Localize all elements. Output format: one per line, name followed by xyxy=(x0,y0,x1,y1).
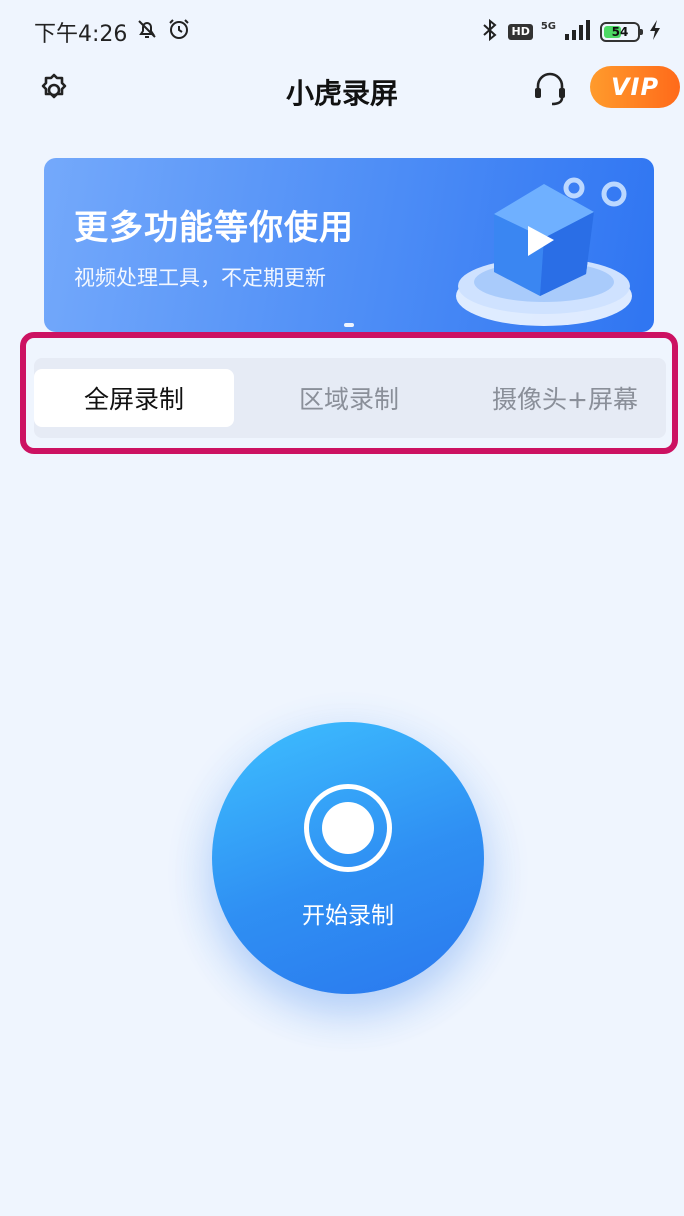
status-bar: 下午4:26 HD 5G 54 xyxy=(0,0,684,64)
banner-title: 更多功能等你使用 xyxy=(74,208,354,248)
alarm-icon xyxy=(167,17,191,47)
tab-fullscreen-record[interactable]: 全屏录制 xyxy=(34,369,234,427)
status-bar-left: 下午4:26 xyxy=(34,16,191,48)
charging-icon xyxy=(648,19,662,45)
record-icon xyxy=(304,784,392,872)
start-record-label: 开始录制 xyxy=(302,903,394,929)
battery-level: 54 xyxy=(611,25,629,39)
bluetooth-icon xyxy=(480,18,500,46)
headset-support-icon[interactable] xyxy=(530,68,570,108)
tab-camera-screen-record[interactable]: 摄像头+屏幕 xyxy=(464,369,666,427)
battery-indicator: 54 xyxy=(600,22,643,42)
record-icon-core xyxy=(322,802,374,854)
promo-banner[interactable]: 更多功能等你使用 视频处理工具，不定期更新 xyxy=(44,158,654,332)
record-mode-tabs: 全屏录制 区域录制 摄像头+屏幕 xyxy=(34,358,666,438)
banner-pager xyxy=(44,323,654,327)
hd-badge: HD xyxy=(508,24,533,40)
status-time: 下午4:26 xyxy=(34,22,128,47)
tab-region-record[interactable]: 区域录制 xyxy=(234,369,464,427)
start-record-button[interactable]: 开始录制 xyxy=(212,722,484,994)
banner-subtitle: 视频处理工具，不定期更新 xyxy=(74,266,326,290)
banner-pager-dot xyxy=(344,323,354,327)
signal-icon xyxy=(564,19,592,45)
app-screen: 下午4:26 HD 5G 54 小虎录屏 VIP 更多功能等你使用 视频处理工具… xyxy=(0,0,684,1216)
mute-bell-icon xyxy=(135,17,159,47)
vip-button[interactable]: VIP xyxy=(590,66,680,108)
status-bar-right: HD 5G 54 xyxy=(480,18,662,46)
page-title: 小虎录屏 xyxy=(285,77,398,110)
network-type: 5G xyxy=(540,20,556,32)
app-header: 小虎录屏 VIP xyxy=(0,62,684,118)
play-cube-icon xyxy=(456,177,632,326)
